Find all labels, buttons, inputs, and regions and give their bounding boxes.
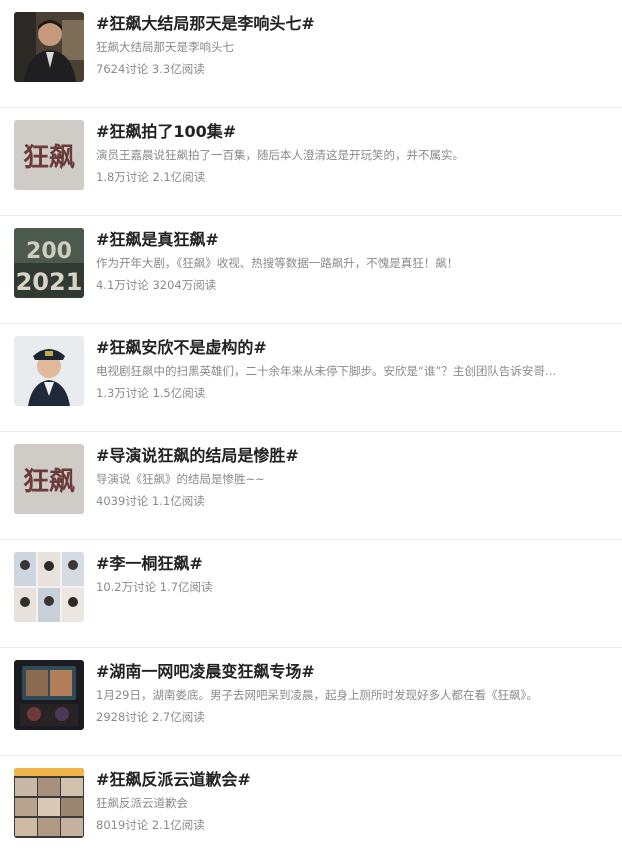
topic-description: 演员王嘉晨说狂飙拍了一百集，随后本人澄清这是开玩笑的，并不属实。 [96, 148, 464, 162]
thumbnail-calligraphy: 狂飙 [23, 467, 75, 497]
topic-stats: 1.8万讨论 2.1亿阅读 [96, 170, 206, 184]
topic-stats: 2928讨论 2.7亿阅读 [96, 710, 205, 724]
topic-stats: 7624讨论 3.3亿阅读 [96, 62, 205, 76]
topic-item[interactable]: #狂飙反派云道歉会# 狂飙反派云道歉会 8019讨论 2.1亿阅读 [0, 756, 622, 864]
topic-title[interactable]: #狂飙安欣不是虚构的# [96, 337, 267, 359]
topic-description: 1月29日，湖南娄底。男子去网吧呆到凌晨，起身上厕所时发现好多人都在看《狂飙》。 [96, 688, 538, 702]
topic-stats: 4039讨论 1.1亿阅读 [96, 494, 205, 508]
topic-list: #狂飙大结局那天是李响头七# 狂飙大结局那天是李响头七 7624讨论 3.3亿阅… [0, 0, 622, 846]
topic-item[interactable]: #湖南一网吧凌晨变狂飙专场# 1月29日，湖南娄底。男子去网吧呆到凌晨，起身上厕… [0, 648, 622, 756]
topic-thumbnail[interactable] [14, 12, 84, 82]
topic-thumbnail[interactable] [14, 768, 84, 838]
topic-item[interactable]: #李一桐狂飙# 10.2万讨论 1.7亿阅读 [0, 540, 622, 648]
topic-stats: 10.2万讨论 1.7亿阅读 [96, 580, 213, 594]
topic-thumbnail[interactable] [14, 660, 84, 730]
topic-title[interactable]: #狂飙拍了100集# [96, 121, 236, 143]
topic-item[interactable]: #狂飙大结局那天是李响头七# 狂飙大结局那天是李响头七 7624讨论 3.3亿阅… [0, 0, 622, 108]
topic-title[interactable]: #狂飙是真狂飙# [96, 229, 219, 251]
topic-thumbnail[interactable]: 狂飙 [14, 120, 84, 190]
topic-thumbnail[interactable] [14, 552, 84, 622]
topic-thumbnail[interactable]: 200 2021 [14, 228, 84, 298]
topic-title[interactable]: #湖南一网吧凌晨变狂飙专场# [96, 661, 315, 683]
topic-description: 导演说《狂飙》的结局是惨胜~~ [96, 472, 265, 486]
topic-title[interactable]: #导演说狂飙的结局是惨胜# [96, 445, 299, 467]
topic-thumbnail[interactable] [14, 336, 84, 406]
topic-item[interactable]: #狂飙安欣不是虚构的# 电视剧狂飙中的扫黑英雄们，二十余年来从未停下脚步。安欣是… [0, 324, 622, 432]
thumbnail-calligraphy: 狂飙 [23, 143, 75, 173]
topic-description: 作为开年大剧，《狂飙》收视、热搜等数据一路飙升，不愧是真狂！飙！ [96, 256, 459, 270]
topic-stats: 4.1万讨论 3204万阅读 [96, 278, 217, 292]
topic-description: 狂飙大结局那天是李响头七 [96, 40, 234, 54]
topic-stats: 1.3万讨论 1.5亿阅读 [96, 386, 206, 400]
topic-description: 电视剧狂飙中的扫黑英雄们，二十余年来从未停下脚步。安欣是“谁”？主创团队告诉安哥… [96, 364, 557, 378]
topic-description: 狂飙反派云道歉会 [96, 796, 188, 810]
svg-text:200: 200 [26, 239, 72, 264]
topic-title[interactable]: #狂飙反派云道歉会# [96, 769, 251, 791]
topic-item[interactable]: 200 2021 #狂飙是真狂飙# 作为开年大剧，《狂飙》收视、热搜等数据一路飙… [0, 216, 622, 324]
topic-thumbnail[interactable]: 狂飙 [14, 444, 84, 514]
topic-item[interactable]: 狂飙 #导演说狂飙的结局是惨胜# 导演说《狂飙》的结局是惨胜~~ 4039讨论 … [0, 432, 622, 540]
thumbnail-year: 2021 [16, 268, 83, 296]
topic-stats: 8019讨论 2.1亿阅读 [96, 818, 205, 832]
topic-title[interactable]: #狂飙大结局那天是李响头七# [96, 13, 315, 35]
topic-item[interactable]: 狂飙 #狂飙拍了100集# 演员王嘉晨说狂飙拍了一百集，随后本人澄清这是开玩笑的… [0, 108, 622, 216]
topic-title[interactable]: #李一桐狂飙# [96, 553, 203, 575]
